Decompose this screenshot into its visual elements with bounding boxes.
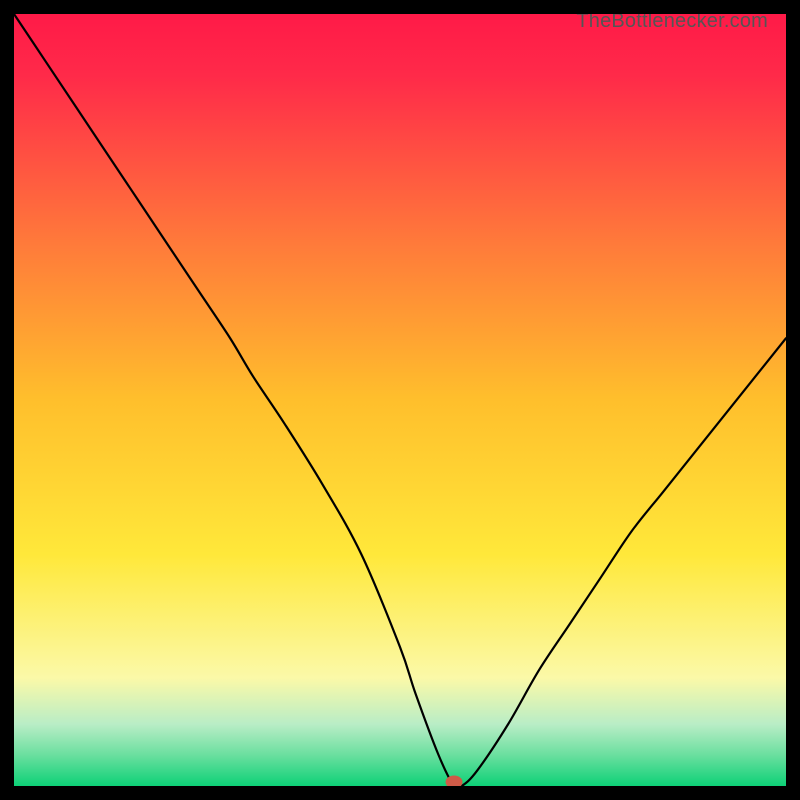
gradient-background (14, 14, 786, 786)
optimal-point-marker (446, 776, 462, 786)
watermark-text: TheBottlenecker.com (576, 14, 768, 33)
bottleneck-chart (14, 14, 786, 786)
chart-frame: TheBottlenecker.com (14, 14, 786, 786)
